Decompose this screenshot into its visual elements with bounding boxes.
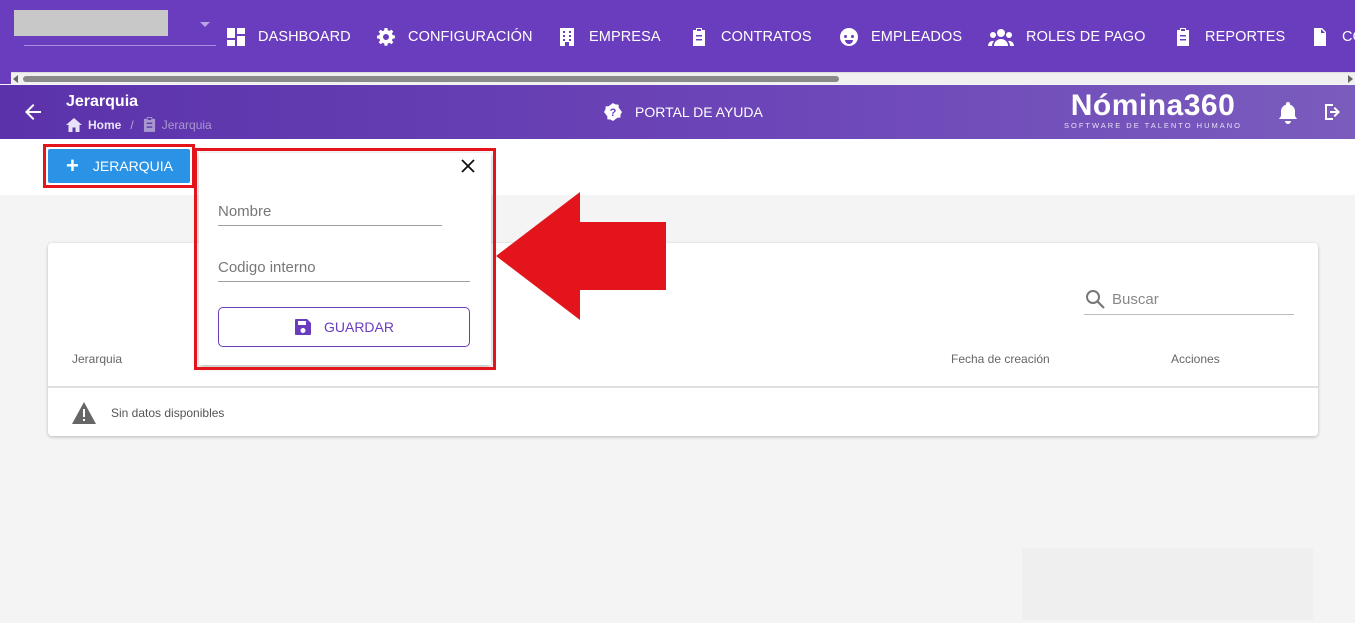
nav-item-configuracion[interactable]: CONFIGURACIÓN	[376, 24, 533, 50]
clipboard-icon	[693, 28, 705, 46]
close-icon[interactable]	[461, 159, 475, 173]
empty-message: Sin datos disponibles	[111, 406, 225, 420]
brand-name: Nómina360	[1070, 89, 1236, 122]
nav-item-roles-de-pago[interactable]: ROLES DE PAGO	[988, 24, 1145, 50]
home-icon	[66, 117, 82, 132]
bell-icon[interactable]	[1278, 102, 1298, 124]
nav-item-label: REPORTES	[1205, 29, 1286, 45]
breadcrumb-home[interactable]: Home	[88, 118, 121, 132]
clipboard-list-icon	[1177, 28, 1189, 46]
users-icon	[988, 29, 1014, 46]
codigo-interno-input[interactable]	[218, 254, 470, 280]
plus-icon: +	[66, 153, 79, 178]
column-header-jerarquia[interactable]: Jerarquia	[72, 352, 122, 366]
brand-tagline: SOFTWARE DE TALENTO HUMANO	[1064, 121, 1242, 130]
search-input[interactable]	[1112, 290, 1282, 308]
page-title: Jerarquia	[66, 93, 139, 110]
nav-item-label: CO	[1342, 29, 1355, 45]
face-icon	[840, 28, 858, 46]
building-icon	[560, 28, 574, 46]
breadcrumb: Home / Jerarquia	[66, 117, 212, 132]
nav-item-empresa[interactable]: EMPRESA	[557, 24, 661, 50]
page-header: Jerarquia Home / Jerarquia ? PORTAL DE A…	[0, 85, 1355, 139]
nombre-input[interactable]	[218, 198, 442, 224]
nav-item-label: EMPRESA	[589, 29, 661, 45]
add-jerarquia-button[interactable]: + JERARQUIA	[48, 149, 190, 183]
company-name-redacted	[14, 10, 168, 36]
dashboard-icon	[227, 28, 245, 46]
select-underline	[24, 45, 216, 46]
column-header-fecha-creacion[interactable]: Fecha de creación	[951, 352, 1050, 366]
scroll-left-icon[interactable]	[13, 75, 18, 83]
help-label: PORTAL DE AYUDA	[635, 104, 763, 120]
nav-left-edge	[0, 72, 11, 84]
save-button[interactable]: GUARDAR	[218, 307, 470, 347]
svg-text:?: ?	[610, 107, 617, 119]
save-button-label: GUARDAR	[323, 319, 394, 335]
faded-area	[1022, 548, 1313, 620]
nav-item-contratos[interactable]: CONTRATOS	[689, 24, 812, 50]
nav-item-label: ROLES DE PAGO	[1026, 29, 1146, 45]
red-arrow-icon	[496, 192, 666, 320]
back-arrow-icon[interactable]	[22, 101, 44, 123]
invoice-icon	[1314, 28, 1326, 46]
search-icon	[1086, 290, 1105, 309]
table-header-divider	[48, 386, 1318, 388]
nav-item-dashboard[interactable]: DASHBOARD	[226, 24, 351, 50]
scroll-right-icon[interactable]	[1348, 75, 1353, 83]
logout-icon[interactable]	[1323, 102, 1343, 122]
top-nav: DASHBOARD CONFIGURACIÓN EMPRESA CONTRATO…	[0, 0, 1355, 72]
nav-horizontal-scrollbar[interactable]	[11, 72, 1355, 84]
save-icon	[294, 319, 311, 335]
nav-item-empleados[interactable]: EMPLEADOS	[839, 24, 962, 50]
codigo-interno-field[interactable]	[218, 254, 470, 282]
nav-item-label: DASHBOARD	[258, 29, 351, 45]
breadcrumb-separator: /	[130, 117, 134, 132]
nombre-field[interactable]	[218, 198, 442, 226]
brand-logo: Nómina360 SOFTWARE DE TALENTO HUMANO	[1064, 89, 1242, 130]
help-icon: ?	[604, 103, 622, 121]
breadcrumb-current: Jerarquia	[161, 117, 212, 132]
scrollbar-thumb[interactable]	[23, 76, 839, 82]
chevron-down-icon	[200, 22, 210, 27]
warning-icon	[72, 402, 96, 424]
nav-item-reportes[interactable]: REPORTES	[1173, 24, 1285, 50]
search-field[interactable]	[1084, 284, 1294, 315]
add-button-label: JERARQUIA	[92, 158, 173, 174]
company-select[interactable]	[14, 10, 216, 46]
nav-item-label: EMPLEADOS	[871, 29, 963, 45]
nav-item-label: CONTRATOS	[721, 29, 812, 45]
nav-item-more[interactable]: CO	[1310, 24, 1355, 50]
gear-icon	[377, 28, 395, 46]
clipboard-icon	[143, 117, 155, 132]
help-portal-link[interactable]: ? PORTAL DE AYUDA	[604, 103, 763, 121]
nav-item-label: CONFIGURACIÓN	[408, 29, 533, 45]
column-header-acciones: Acciones	[1171, 352, 1220, 366]
empty-state: Sin datos disponibles	[72, 402, 224, 424]
